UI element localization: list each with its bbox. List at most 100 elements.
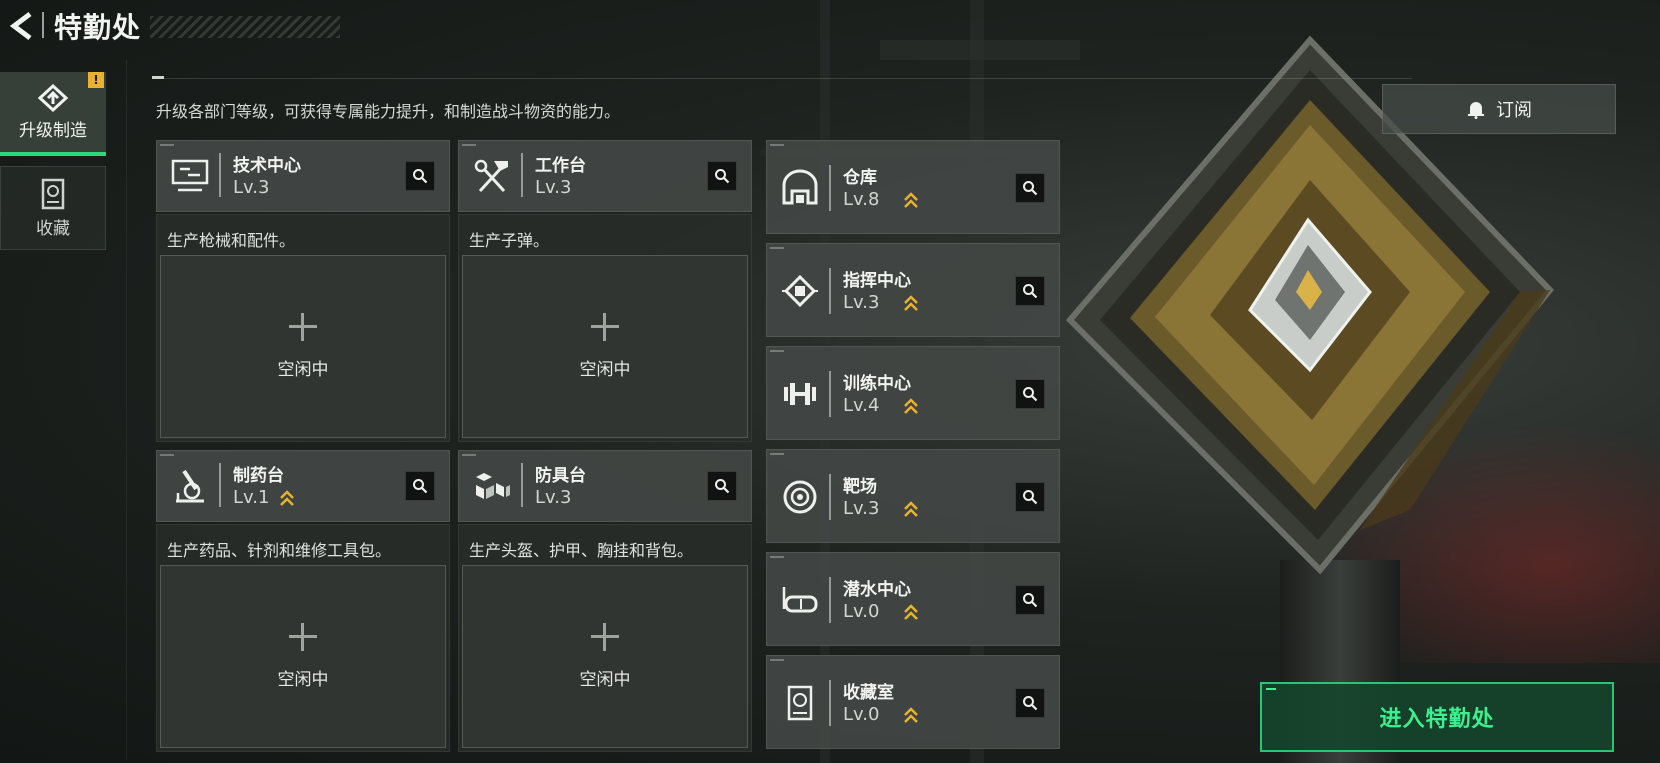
display-case-icon: [777, 680, 823, 726]
tab-label: 升级制造: [19, 120, 87, 141]
warehouse-icon: [777, 165, 823, 211]
station-body: 生产子弹。 空闲中: [458, 214, 752, 442]
slot-status: 空闲中: [277, 360, 329, 380]
upgrade-icon: [38, 83, 68, 112]
search-icon: [413, 169, 428, 184]
facility-collection-room[interactable]: 收藏室 Lv.0: [766, 655, 1060, 749]
microscope-icon: [167, 463, 213, 509]
upgrade-available-icon: [904, 398, 918, 414]
production-slot[interactable]: 空闲中: [160, 565, 446, 748]
station-header[interactable]: 防具台 Lv.3: [458, 450, 752, 522]
search-icon: [1023, 490, 1038, 505]
tab-upgrade-manufacture[interactable]: ! 升级制造: [0, 72, 106, 156]
slot-status: 空闲中: [277, 670, 329, 690]
facility-search-button[interactable]: [1015, 379, 1045, 409]
station-workbench: 工作台 Lv.3 生产子弹。 空闲中: [458, 140, 752, 442]
target-icon: [777, 474, 823, 520]
collection-icon: [41, 178, 65, 209]
station-name: 工作台: [535, 156, 586, 176]
search-icon: [715, 479, 730, 494]
station-pharmacy: 制药台 Lv.1 生产药品、针剂和维修工具包。 空闲中: [156, 450, 450, 752]
divider-line: [152, 78, 1412, 79]
station-description: 生产药品、针剂和维修工具包。: [167, 541, 392, 560]
facility-search-button[interactable]: [1015, 276, 1045, 306]
upgrade-available-icon: [280, 490, 294, 506]
station-body: 生产枪械和配件。 空闲中: [156, 214, 450, 442]
facility-diving-center[interactable]: 潜水中心 Lv.0: [766, 552, 1060, 646]
diving-mask-icon: [777, 577, 823, 623]
search-icon: [715, 169, 730, 184]
station-description: 生产头盔、护甲、胸挂和背包。: [469, 541, 694, 560]
facility-search-button[interactable]: [1015, 173, 1045, 203]
search-icon: [1023, 593, 1038, 608]
station-search-button[interactable]: [707, 161, 737, 191]
facility-name: 靶场: [843, 477, 877, 497]
facility-level: Lv.3: [843, 292, 880, 313]
facility-name: 潜水中心: [843, 580, 911, 600]
alert-badge: !: [88, 72, 104, 88]
page-title: 特勤处: [54, 11, 142, 44]
upgrade-available-icon: [904, 192, 918, 208]
station-level: Lv.1: [233, 487, 270, 508]
upgrade-available-icon: [904, 501, 918, 517]
station-name: 技术中心: [233, 156, 301, 176]
dumbbell-icon: [777, 371, 823, 417]
station-name: 防具台: [535, 466, 586, 486]
station-header[interactable]: 工作台 Lv.3: [458, 140, 752, 212]
tab-collection[interactable]: 收藏: [0, 166, 106, 250]
facility-command-center[interactable]: 指挥中心 Lv.3: [766, 243, 1060, 337]
facility-level: Lv.3: [843, 498, 880, 519]
page-description: 升级各部门等级，可获得专属能力提升，和制造战斗物资的能力。: [156, 102, 621, 121]
facility-training-center[interactable]: 训练中心 Lv.4: [766, 346, 1060, 440]
station-header[interactable]: 技术中心 Lv.3: [156, 140, 450, 212]
subscribe-button[interactable]: 订阅: [1382, 84, 1616, 134]
facility-warehouse[interactable]: 仓库 Lv.8: [766, 140, 1060, 234]
facility-level: Lv.4: [843, 395, 880, 416]
facility-search-button[interactable]: [1015, 585, 1045, 615]
facility-level: Lv.0: [843, 704, 880, 725]
monitor-icon: [167, 153, 213, 199]
station-level: Lv.3: [535, 177, 572, 198]
facility-search-button[interactable]: [1015, 688, 1045, 718]
tab-label: 收藏: [36, 218, 70, 239]
production-slot[interactable]: 空闲中: [462, 565, 748, 748]
slot-status: 空闲中: [579, 670, 631, 690]
facility-name: 训练中心: [843, 374, 911, 394]
header-separator: [42, 12, 44, 38]
search-icon: [1023, 181, 1038, 196]
station-tech-center: 技术中心 Lv.3 生产枪械和配件。 空闲中: [156, 140, 450, 442]
plus-icon: [591, 623, 619, 651]
station-armor-bench: 防具台 Lv.3 生产头盔、护甲、胸挂和背包。 空闲中: [458, 450, 752, 752]
divider-mark: [152, 76, 164, 79]
subscribe-label: 订阅: [1496, 100, 1532, 121]
production-slot[interactable]: 空闲中: [462, 255, 748, 438]
station-search-button[interactable]: [405, 471, 435, 501]
production-slot[interactable]: 空闲中: [160, 255, 446, 438]
back-button[interactable]: [2, 6, 40, 46]
plus-icon: [289, 623, 317, 651]
station-search-button[interactable]: [707, 471, 737, 501]
plus-icon: [591, 313, 619, 341]
station-header[interactable]: 制药台 Lv.1: [156, 450, 450, 522]
station-search-button[interactable]: [405, 161, 435, 191]
facility-name: 仓库: [843, 168, 877, 188]
upgrade-available-icon: [904, 295, 918, 311]
facility-shooting-range[interactable]: 靶场 Lv.3: [766, 449, 1060, 543]
tools-icon: [469, 153, 515, 199]
station-name: 制药台: [233, 466, 284, 486]
upgrade-available-icon: [904, 604, 918, 620]
enter-special-ops-button[interactable]: 进入特勤处: [1260, 682, 1614, 752]
chip-icon: [777, 268, 823, 314]
plus-icon: [289, 313, 317, 341]
sidebar-divider: [126, 60, 127, 760]
facility-search-button[interactable]: [1015, 482, 1045, 512]
search-icon: [1023, 696, 1038, 711]
station-level: Lv.3: [233, 177, 270, 198]
search-icon: [1023, 284, 1038, 299]
facility-level: Lv.8: [843, 189, 880, 210]
back-arrow-icon: [9, 12, 32, 40]
armor-blocks-icon: [469, 463, 515, 509]
title-decoration: [150, 16, 340, 38]
bell-icon: [1466, 99, 1486, 119]
top-header: 特勤处: [0, 0, 760, 52]
